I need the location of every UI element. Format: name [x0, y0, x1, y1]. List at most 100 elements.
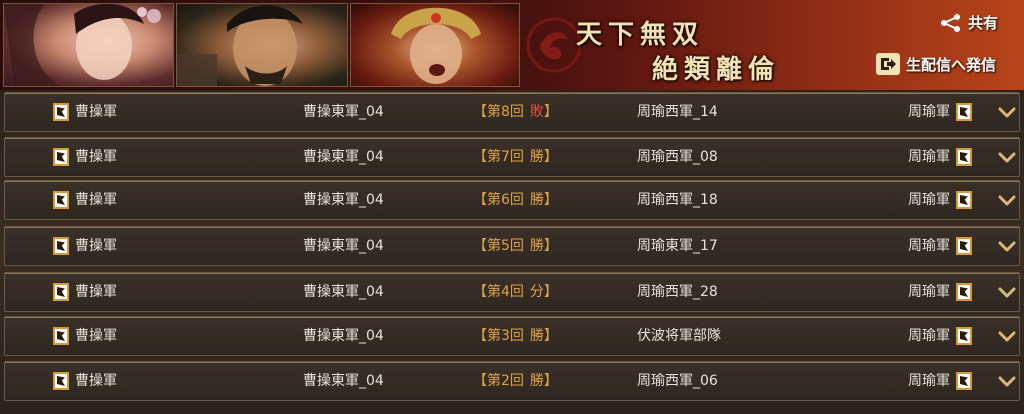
left-team: 曹操軍	[53, 138, 117, 176]
round-result: 【第2回 勝】	[473, 362, 558, 400]
header-banner: 天下無双 絶類離倫 共有 生配信へ発信	[0, 0, 1024, 90]
share-label: 共有	[968, 14, 999, 32]
left-unit-name: 曹操東軍_04	[303, 373, 384, 389]
chevron-down-icon[interactable]	[997, 191, 1017, 211]
chevron-down-icon[interactable]	[997, 327, 1017, 347]
left-unit-name: 曹操東軍_04	[303, 104, 384, 120]
right-team: 周瑜軍	[908, 273, 972, 311]
portrait-male-general	[176, 3, 348, 87]
share-button[interactable]: 共有	[940, 12, 998, 33]
right-unit-name: 周瑜西軍_08	[637, 149, 718, 165]
round-close: 】	[543, 238, 558, 254]
right-unit-name: 周瑜東軍_17	[637, 238, 718, 254]
round-close: 】	[543, 373, 558, 389]
left-team: 曹操軍	[53, 181, 117, 219]
match-row[interactable]: 曹操軍 曹操東軍_04 【第4回 分】 周瑜西軍_28 周瑜軍	[4, 272, 1020, 312]
left-unit-name: 曹操東軍_04	[303, 149, 384, 165]
round-label: 【第2回	[473, 373, 524, 389]
army-flag-icon	[53, 103, 69, 121]
chevron-down-icon[interactable]	[997, 148, 1017, 168]
left-team-name: 曹操軍	[75, 149, 117, 165]
match-history-list: 曹操軍 曹操東軍_04 【第8回 敗】 周瑜西軍_14 周瑜軍 曹操軍 曹操東軍_…	[0, 90, 1024, 414]
round-result: 【第4回 分】	[473, 273, 558, 311]
army-flag-icon	[53, 327, 69, 345]
army-flag-icon	[53, 283, 69, 301]
live-broadcast-button[interactable]: 生配信へ発信	[876, 53, 996, 75]
army-flag-icon	[53, 191, 69, 209]
match-row[interactable]: 曹操軍 曹操東軍_04 【第6回 勝】 周瑜西軍_18 周瑜軍	[4, 180, 1020, 220]
banner-title-line2: 絶類離倫	[652, 55, 781, 85]
right-team-name: 周瑜軍	[908, 373, 950, 389]
chevron-down-icon[interactable]	[997, 283, 1017, 303]
left-team-name: 曹操軍	[75, 328, 117, 344]
army-flag-icon	[53, 148, 69, 166]
round-label: 【第8回	[473, 104, 524, 120]
army-flag-icon	[53, 237, 69, 255]
right-unit-name: 周瑜西軍_28	[637, 284, 718, 300]
match-row[interactable]: 曹操軍 曹操東軍_04 【第3回 勝】 伏波将軍部隊 周瑜軍	[4, 316, 1020, 356]
right-team-name: 周瑜軍	[908, 104, 950, 120]
left-team: 曹操軍	[53, 93, 117, 131]
match-row[interactable]: 曹操軍 曹操東軍_04 【第5回 勝】 周瑜東軍_17 周瑜軍	[4, 226, 1020, 266]
army-flag-icon	[956, 283, 972, 301]
right-team-name: 周瑜軍	[908, 238, 950, 254]
left-team-name: 曹操軍	[75, 284, 117, 300]
round-close: 】	[543, 328, 558, 344]
right-team-name: 周瑜軍	[908, 284, 950, 300]
round-close: 】	[543, 192, 558, 208]
round-label: 【第5回	[473, 238, 524, 254]
round-result: 【第5回 勝】	[473, 227, 558, 265]
round-result: 【第6回 勝】	[473, 181, 558, 219]
right-team: 周瑜軍	[908, 93, 972, 131]
right-team: 周瑜軍	[908, 181, 972, 219]
army-flag-icon	[956, 103, 972, 121]
right-team-name: 周瑜軍	[908, 149, 950, 165]
left-unit-name: 曹操東軍_04	[303, 192, 384, 208]
result-label: 勝	[529, 149, 544, 165]
left-team: 曹操軍	[53, 273, 117, 311]
left-team: 曹操軍	[53, 227, 117, 265]
match-row[interactable]: 曹操軍 曹操東軍_04 【第8回 敗】 周瑜西軍_14 周瑜軍	[4, 92, 1020, 132]
left-team-name: 曹操軍	[75, 373, 117, 389]
portrait-female-general	[3, 3, 174, 87]
army-flag-icon	[53, 372, 69, 390]
right-team-name: 周瑜軍	[908, 328, 950, 344]
army-flag-icon	[956, 372, 972, 390]
right-unit-name: 周瑜西軍_14	[637, 104, 718, 120]
result-label: 勝	[529, 373, 544, 389]
army-flag-icon	[956, 191, 972, 209]
portrait-young-general	[350, 3, 520, 87]
left-team-name: 曹操軍	[75, 238, 117, 254]
result-label: 勝	[529, 238, 544, 254]
match-row[interactable]: 曹操軍 曹操東軍_04 【第2回 勝】 周瑜西軍_06 周瑜軍	[4, 361, 1020, 401]
live-broadcast-label: 生配信へ発信	[906, 55, 997, 74]
round-label: 【第3回	[473, 328, 524, 344]
right-team: 周瑜軍	[908, 227, 972, 265]
result-label: 勝	[529, 328, 544, 344]
round-result: 【第7回 勝】	[473, 138, 558, 176]
left-team-name: 曹操軍	[75, 104, 117, 120]
round-label: 【第4回	[473, 284, 524, 300]
right-team-name: 周瑜軍	[908, 192, 950, 208]
chevron-down-icon[interactable]	[997, 237, 1017, 257]
chevron-down-icon[interactable]	[997, 372, 1017, 392]
army-flag-icon	[956, 148, 972, 166]
round-close: 】	[543, 284, 558, 300]
result-label: 敗	[529, 104, 544, 120]
army-flag-icon	[956, 327, 972, 345]
right-team: 周瑜軍	[908, 138, 972, 176]
result-label: 勝	[529, 192, 544, 208]
right-unit-name: 周瑜西軍_18	[637, 192, 718, 208]
share-icon	[941, 13, 960, 32]
army-flag-icon	[956, 237, 972, 255]
chevron-down-icon[interactable]	[997, 103, 1017, 123]
banner-title-line1: 天下無双	[576, 20, 705, 50]
right-unit-name: 伏波将軍部隊	[637, 328, 721, 344]
match-row[interactable]: 曹操軍 曹操東軍_04 【第7回 勝】 周瑜西軍_08 周瑜軍	[4, 137, 1020, 177]
left-unit-name: 曹操東軍_04	[303, 238, 384, 254]
right-team: 周瑜軍	[908, 362, 972, 400]
result-label: 分	[529, 284, 544, 300]
right-team: 周瑜軍	[908, 317, 972, 355]
dragon-crest-icon	[526, 17, 582, 73]
left-unit-name: 曹操東軍_04	[303, 284, 384, 300]
